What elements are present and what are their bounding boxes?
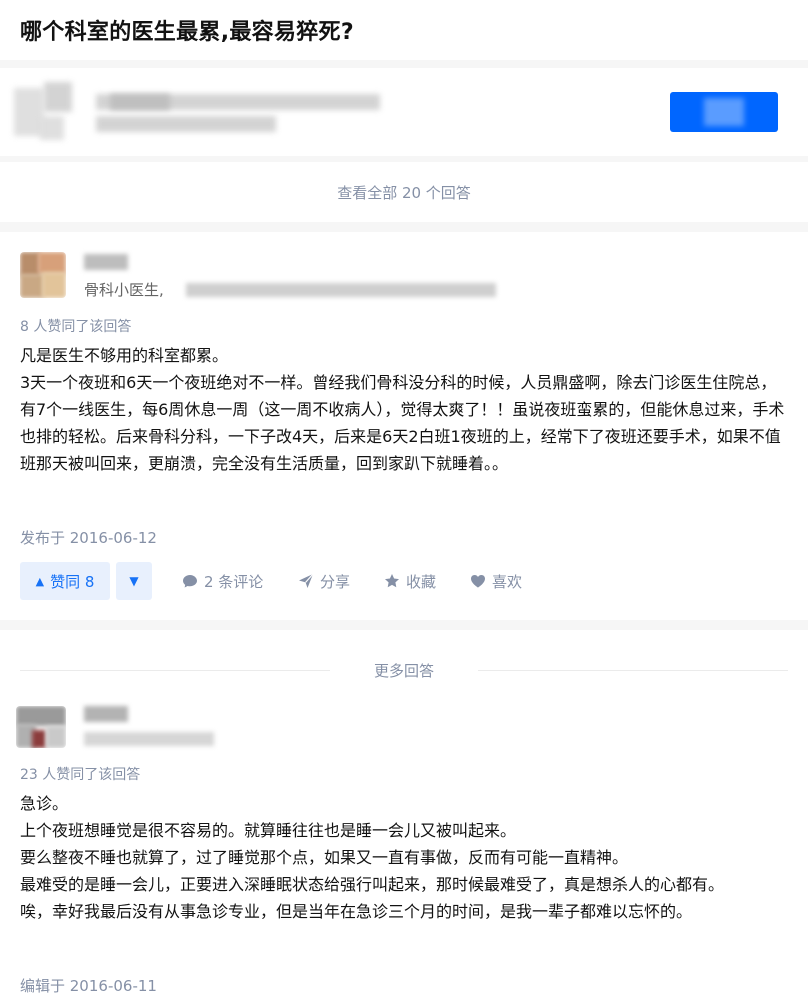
answer-paragraph: 上个夜班想睡觉是很不容易的。就算睡往往也是睡一会儿又被叫起来。: [20, 821, 517, 840]
more-answers-section: 更多回答 23 人赞同了该回答 急诊。 上个夜班想睡觉是很不容易的。就算睡往往也…: [0, 630, 808, 1000]
triangle-down-icon: ▼: [129, 574, 139, 588]
question-header: 哪个科室的医生最累,最容易猝死?: [0, 0, 808, 60]
author-headline: 骨科小医生,: [84, 281, 164, 299]
share-button[interactable]: 分享: [298, 562, 350, 600]
upvote-label: 赞同 8: [50, 572, 95, 591]
author-headline-pixelated: [186, 283, 496, 297]
more-answers-divider: 更多回答: [20, 660, 788, 680]
share-label: 分享: [320, 572, 351, 591]
answer-paragraph: 要么整夜不睡也就算了，过了睡觉那个点，如果又一直有事做，反而有可能一直精神。: [20, 848, 629, 867]
author-headline-pixelated: [84, 732, 214, 746]
heart-icon: [470, 573, 486, 589]
question-title[interactable]: 哪个科室的医生最累,最容易猝死?: [20, 14, 354, 46]
vote-summary: 8 人赞同了该回答: [20, 319, 132, 335]
vote-summary: 23 人赞同了该回答: [20, 767, 141, 783]
answer-paragraph: 最难受的是睡一会儿，正要进入深睡眠状态给强行叫起来，那时候最难受了，真是想杀人的…: [20, 875, 725, 894]
answer-paragraph: 急诊。: [20, 794, 69, 813]
promo-subtext-pixelated: [96, 116, 276, 132]
like-label: 喜欢: [492, 572, 523, 591]
avatar[interactable]: [20, 252, 66, 298]
edit-time[interactable]: 编辑于 2016-06-11: [20, 975, 157, 996]
answer-card: 骨科小医生, 8 人赞同了该回答 凡是医生不够用的科室都累。 3天一个夜班和6天…: [0, 232, 808, 620]
collect-label: 收藏: [406, 572, 437, 591]
answer-content: 凡是医生不够用的科室都累。 3天一个夜班和6天一个夜班绝对不一样。曾经我们骨科没…: [20, 342, 790, 477]
answer-paragraph: 凡是医生不够用的科室都累。: [20, 346, 229, 365]
comments-button[interactable]: 2 条评论: [182, 562, 263, 600]
more-answers-label: 更多回答: [373, 662, 434, 680]
promo-text-pixelated-part: [110, 94, 170, 110]
author-name-pixelated[interactable]: [84, 706, 128, 722]
star-icon: [384, 573, 400, 589]
publish-time[interactable]: 发布于 2016-06-12: [20, 527, 157, 548]
answer-actions: ▲ 赞同 8 ▼ 2 条评论 分享 收藏 喜欢: [20, 562, 790, 600]
comment-bubble-icon: [182, 573, 198, 589]
triangle-up-icon: ▲: [35, 574, 45, 588]
promo-logo-pixelated-part: [40, 116, 64, 140]
promo-action-button[interactable]: [670, 92, 778, 132]
answer-content: 急诊。 上个夜班想睡觉是很不容易的。就算睡往往也是睡一会儿又被叫起来。 要么整夜…: [20, 790, 790, 925]
view-all-bar: 查看全部 20 个回答: [0, 162, 808, 222]
answer-paragraph: 唉，幸好我最后没有从事急诊专业，但是当年在急诊三个月的时间，是我一辈子都难以忘怀…: [20, 902, 693, 921]
paper-plane-icon: [298, 573, 314, 589]
view-all-answers-link[interactable]: 查看全部 20 个回答: [0, 182, 808, 203]
comments-label: 2 条评论: [204, 572, 264, 591]
downvote-button[interactable]: ▼: [116, 562, 152, 600]
answer-paragraph: 3天一个夜班和6天一个夜班绝对不一样。曾经我们骨科没分科的时候，人员鼎盛啊，除去…: [20, 373, 785, 473]
promo-button-label-pixelated: [704, 98, 744, 126]
collect-button[interactable]: 收藏: [384, 562, 436, 600]
upvote-button[interactable]: ▲ 赞同 8: [20, 562, 110, 600]
promo-banner[interactable]: [0, 68, 808, 156]
author-name-pixelated[interactable]: [84, 254, 128, 270]
like-button[interactable]: 喜欢: [470, 562, 522, 600]
promo-logo-pixelated-part: [44, 82, 72, 112]
avatar[interactable]: [16, 706, 66, 748]
